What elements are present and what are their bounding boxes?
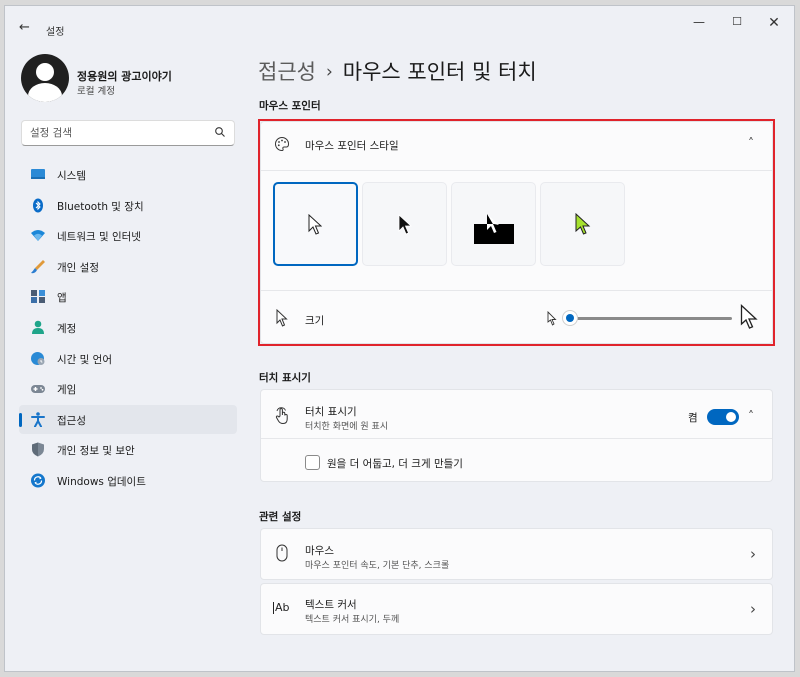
black-pointer-icon — [398, 214, 412, 235]
profile-account-type: 로컬 계정 — [77, 86, 115, 97]
sidebar-item-label: 개인 정보 및 보안 — [57, 445, 135, 458]
sidebar-item-label: 접근성 — [57, 414, 86, 427]
pointer-style-custom[interactable] — [540, 182, 625, 266]
lime-pointer-icon — [575, 213, 591, 235]
section-label-related: 관련 설정 — [259, 511, 302, 523]
sidebar-item-network[interactable]: 네트워크 및 인터넷 — [19, 221, 237, 250]
pointer-style-inverted[interactable] — [451, 182, 536, 266]
sidebar-item-label: 계정 — [57, 322, 77, 335]
white-pointer-icon — [308, 214, 322, 235]
sidebar-item-accounts[interactable]: 계정 — [19, 313, 237, 342]
sidebar-item-apps[interactable]: 앱 — [19, 282, 237, 311]
touch-hand-icon — [275, 407, 288, 425]
large-pointer-icon — [740, 304, 758, 329]
related-mouse-card[interactable] — [260, 528, 773, 580]
chevron-up-icon[interactable]: ˄ — [748, 136, 754, 150]
sidebar-item-system[interactable]: 시스템 — [19, 160, 237, 189]
sidebar-item-gaming[interactable]: 게임 — [19, 374, 237, 403]
toggle-state-label: 켬 — [688, 412, 698, 424]
sidebar-item-label: 앱 — [57, 292, 67, 305]
chevron-up-icon[interactable]: ˄ — [748, 409, 754, 423]
sidebar-item-label: 게임 — [57, 384, 77, 397]
pointer-style-white[interactable] — [273, 182, 358, 266]
related-mouse-subtitle: 마우스 포인터 속도, 기본 단추, 스크롤 — [305, 561, 450, 571]
sidebar-item-label: 네트워크 및 인터넷 — [57, 231, 141, 244]
section-label-mouse-pointer: 마우스 포인터 — [259, 100, 321, 112]
breadcrumb-separator: › — [325, 62, 333, 82]
sidebar-item-accessibility[interactable]: 접근성 — [19, 404, 237, 434]
touch-indicator-toggle[interactable] — [707, 409, 739, 425]
sidebar-item-label: 시스템 — [57, 170, 86, 182]
person-icon — [32, 320, 44, 334]
minimize-button[interactable]: — — [689, 15, 709, 33]
back-arrow-icon[interactable]: ← — [19, 20, 30, 35]
avatar — [21, 54, 69, 102]
related-text-cursor-title: 텍스트 커서 — [305, 599, 357, 611]
sidebar-item-label: Windows 업데이트 — [57, 475, 146, 488]
sidebar-item-windows-update[interactable]: Windows 업데이트 — [19, 466, 237, 495]
sidebar-item-privacy-security[interactable]: 개인 정보 및 보안 — [19, 435, 237, 464]
section-label-touch: 터치 표시기 — [259, 372, 311, 384]
divider — [261, 438, 772, 439]
sidebar-item-label: Bluetooth 및 장치 — [57, 200, 144, 213]
settings-window: ← 설정 — ☐ ✕ 정용원의 광고이야기 로컬 계정 시스템 — [4, 5, 795, 672]
mouse-icon — [276, 544, 288, 562]
shield-icon — [32, 442, 44, 457]
divider — [261, 170, 772, 171]
divider — [261, 290, 772, 291]
sidebar-item-label: 개인 설정 — [57, 261, 99, 274]
sidebar-nav: 시스템 Bluetooth 및 장치 네트워크 및 인터넷 개인 설정 앱 계정… — [19, 160, 237, 497]
touch-indicator-subtitle: 터치한 화면에 원 표시 — [305, 422, 389, 432]
gamepad-icon — [31, 385, 45, 394]
touch-indicator-title: 터치 표시기 — [305, 406, 357, 418]
search-icon — [215, 127, 225, 137]
chevron-right-icon[interactable]: › — [750, 600, 756, 618]
pointer-style-black[interactable] — [362, 182, 447, 266]
globe-clock-icon — [31, 351, 45, 365]
breadcrumb: 접근성 › 마우스 포인터 및 터치 — [258, 56, 537, 86]
title-bar: ← 설정 — ☐ ✕ — [5, 6, 794, 44]
bluetooth-icon — [33, 198, 43, 213]
breadcrumb-parent[interactable]: 접근성 — [258, 60, 316, 84]
sidebar-item-bluetooth[interactable]: Bluetooth 및 장치 — [19, 191, 237, 220]
profile-name: 정용원의 광고이야기 — [77, 70, 172, 83]
page-title: 마우스 포인터 및 터치 — [342, 60, 537, 84]
palette-icon — [275, 136, 290, 152]
accessibility-icon — [31, 411, 45, 427]
app-title: 설정 — [46, 27, 65, 38]
sidebar-item-personalization[interactable]: 개인 설정 — [19, 252, 237, 281]
apps-icon — [31, 290, 45, 304]
inverted-pointer-icon — [474, 214, 514, 244]
monitor-icon — [31, 169, 45, 179]
related-text-cursor-subtitle: 텍스트 커서 표시기, 두께 — [305, 615, 400, 625]
brush-icon — [31, 259, 45, 273]
chevron-right-icon[interactable]: › — [750, 545, 756, 563]
wifi-icon — [31, 230, 45, 242]
search-box[interactable] — [21, 120, 235, 146]
darker-larger-circle-checkbox[interactable] — [305, 455, 320, 470]
size-label: 크기 — [305, 315, 325, 327]
size-slider-track[interactable] — [576, 317, 732, 320]
update-icon — [31, 473, 45, 488]
related-mouse-title: 마우스 — [305, 545, 334, 557]
search-input[interactable] — [30, 125, 210, 141]
text-cursor-icon: Ab — [273, 601, 290, 614]
maximize-button[interactable]: ☐ — [727, 15, 747, 33]
pointer-style-title: 마우스 포인터 스타일 — [305, 140, 399, 152]
size-slider-thumb[interactable] — [562, 310, 578, 326]
small-pointer-icon — [547, 311, 557, 326]
sidebar-item-time-language[interactable]: 시간 및 언어 — [19, 344, 237, 373]
sidebar-item-label: 시간 및 언어 — [57, 353, 112, 366]
darker-larger-circle-label: 원을 더 어둡고, 더 크게 만들기 — [327, 458, 463, 470]
close-button[interactable]: ✕ — [764, 15, 784, 33]
pointer-size-icon — [276, 309, 288, 327]
